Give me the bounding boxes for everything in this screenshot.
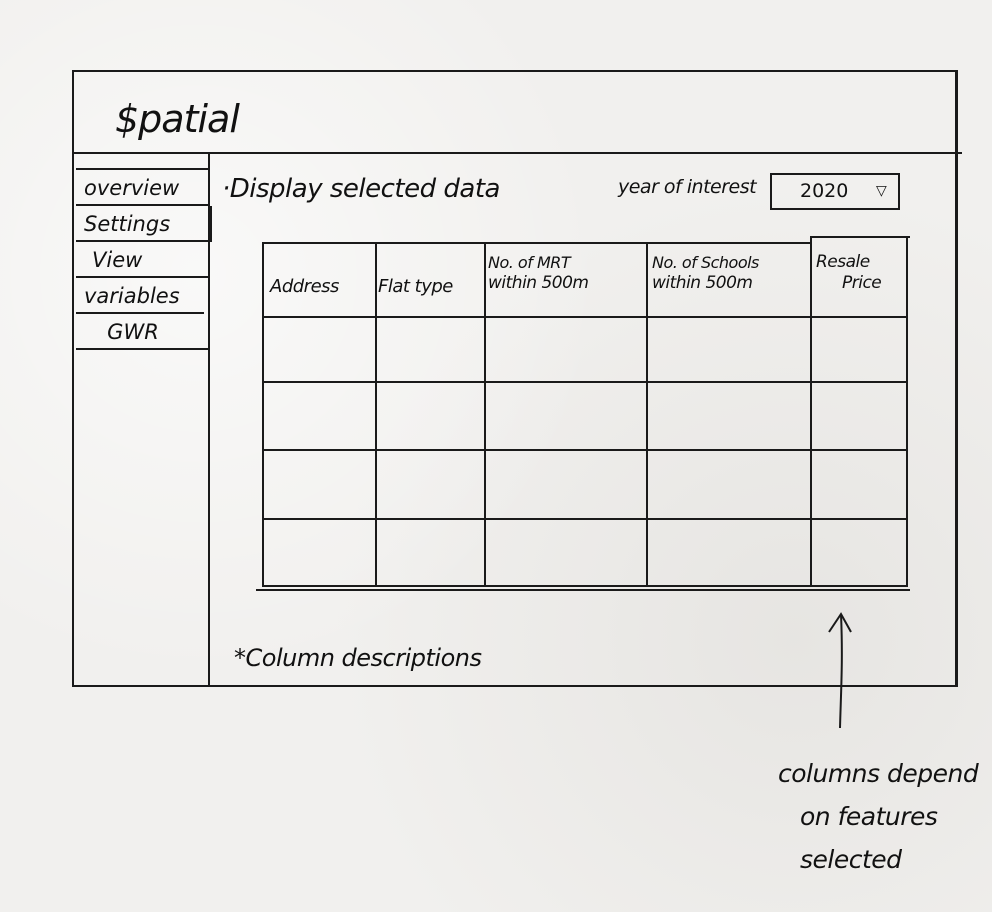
column-header-resale-price: Resale Price xyxy=(816,252,882,294)
column-header-mrt: No. of MRT within 500m xyxy=(488,252,589,294)
sidebar-item-variables[interactable]: variables xyxy=(76,278,204,314)
annotation-note: columns depend on features selected xyxy=(778,752,992,881)
column-header-schools: No. of Schools within 500m xyxy=(652,252,759,294)
annotation-line: on features xyxy=(800,802,938,831)
sidebar-item-settings[interactable]: Settings xyxy=(76,206,212,242)
sidebar-item-gwr[interactable]: GWR xyxy=(76,314,210,350)
column-header-text: within 500m xyxy=(488,273,589,293)
column-header-text: within 500m xyxy=(652,273,753,293)
year-select[interactable]: 2020 ▽ xyxy=(770,173,900,210)
table-row xyxy=(264,520,906,585)
column-header-flat-type: Flat type xyxy=(378,276,453,297)
table-row xyxy=(264,383,906,449)
annotation-line: selected xyxy=(800,845,902,874)
table-row xyxy=(264,318,906,381)
dropdown-arrow-icon: ▽ xyxy=(876,183,887,199)
year-select-value: 2020 xyxy=(800,180,849,202)
annotation-arrow-icon xyxy=(828,612,852,729)
column-header-text: No. of MRT xyxy=(488,253,571,272)
sidebar-item-label: overview xyxy=(84,176,180,200)
section-title: ·Display selected data xyxy=(222,174,500,204)
table-top-border xyxy=(810,236,910,238)
year-label: year of interest xyxy=(618,176,757,198)
table-row xyxy=(264,451,906,518)
sidebar-item-label: variables xyxy=(84,284,180,308)
annotation-line: columns depend xyxy=(778,759,979,788)
column-header-address: Address xyxy=(270,276,339,297)
table-right-edge xyxy=(906,236,908,242)
sidebar-item-overview[interactable]: overview xyxy=(76,168,210,206)
sidebar-item-label: GWR xyxy=(107,320,159,344)
table-bottom-line xyxy=(256,589,910,591)
column-header-text: Resale xyxy=(816,252,870,272)
table-top-border xyxy=(264,242,810,244)
data-table: Address Flat type No. of MRT within 500m… xyxy=(262,236,910,587)
app-title: $patial xyxy=(115,97,240,141)
sidebar-item-label: Settings xyxy=(84,212,171,236)
column-header-text: Flat type xyxy=(378,276,453,297)
column-header-text: Address xyxy=(270,276,339,297)
column-header-text: No. of Schools xyxy=(652,253,759,272)
column-descriptions-note: *Column descriptions xyxy=(234,644,482,672)
sidebar-item-label: View xyxy=(92,248,143,272)
sidebar-item-view[interactable]: View xyxy=(76,242,210,278)
sidebar: overview Settings View variables GWR xyxy=(76,168,212,350)
column-header-text: Price xyxy=(842,273,882,293)
